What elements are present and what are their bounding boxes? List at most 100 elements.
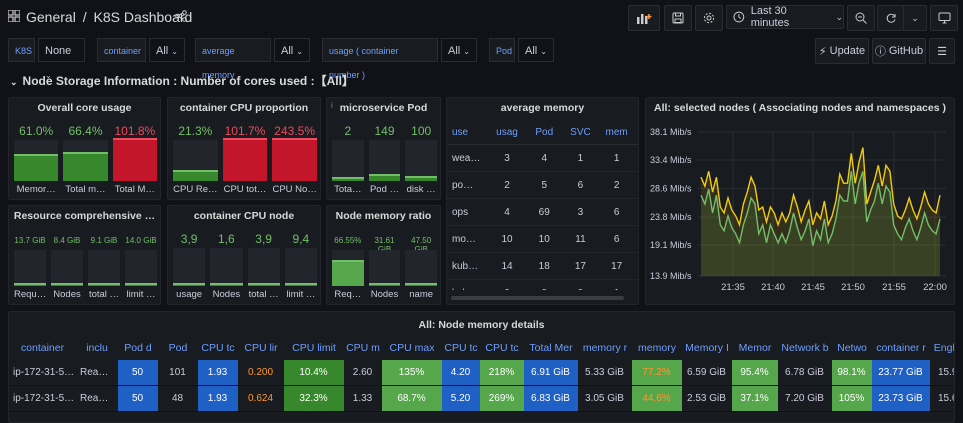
column-header[interactable]: CPU max [382,336,442,360]
panel-selected-nodes[interactable]: All: selected nodes ( Associating nodes … [645,97,955,305]
column-header[interactable]: Memor [732,336,778,360]
table-cell: 48 [158,385,198,412]
column-header[interactable]: Total Mer [524,336,578,360]
column-header[interactable]: CPU tc [198,336,238,360]
table-cell: 3.05 GiB [578,385,632,412]
column-header[interactable]: Pod [158,336,198,360]
table-row[interactable]: kub…141817175 [447,252,638,280]
column-header[interactable]: Pod [526,120,563,145]
column-header[interactable]: CPU limit [284,336,344,360]
table-cell: 2 [635,225,638,253]
column-header[interactable]: mem [599,120,636,145]
table: container inclu Pod d Pod CPU tc CPU lir CPU l… [9,336,954,412]
zoom-out-button[interactable] [847,5,875,31]
panel-container-cpu-proportion[interactable]: container CPU proportion 21.3% CPU Re… 101… [167,97,321,200]
node-memory-details-table: container inclu Pod d Pod CPU tc CPU lir CPU l… [9,336,954,422]
refresh-button[interactable] [877,5,905,31]
row-header[interactable]: ⌄ Node Storage Information : Number of co… [10,72,354,89]
bargauge-item: 66.4% Total m… [63,98,108,199]
bargauge-fill [125,282,157,286]
table-cell: 1 [599,279,636,290]
panel-container-cpu-node[interactable]: container CPU node 3,9 usage 1,6 Nodes 3,9 to… [167,205,321,305]
refresh-interval-dropdown[interactable]: ⌄ [903,5,927,31]
bargauge-bar [368,140,401,181]
row-title: Node Storage Information : Number of cor… [22,74,354,88]
filter-select-pod[interactable]: All ⌄ [518,38,554,62]
bargauge-label: CPU tot… [223,184,267,195]
column-header[interactable]: memory r [578,336,632,360]
github-link[interactable]: ⓘ GitHub [872,38,926,64]
table-row[interactable]: kub…00011 [447,279,638,290]
table-row[interactable]: wea…34112 [447,144,638,172]
table-row[interactable]: ops469361 [447,198,638,226]
table-cell: 4 [488,198,527,226]
table-cell: 37.1% [732,385,778,412]
apps-grid-icon[interactable] [8,10,20,22]
column-header[interactable]: memory [632,336,682,360]
table-row[interactable]: ip-172-31-5… Rea… 50 101 1.93 0.200 10.4% 2.60 1… [9,360,954,386]
table-cell: 1 [635,279,638,290]
table-cell: 2 [488,171,527,199]
column-header[interactable]: CPU lir [238,336,284,360]
bargauge-fill [332,176,364,181]
bargauge-bar [173,140,218,181]
panel-node-memory-ratio[interactable]: Node memory ratio 66.55%Req…31.61 GiBNod… [326,205,441,305]
column-header[interactable]: container [9,336,76,360]
y-tick-label: 23.8 Mib/s [650,212,692,222]
update-link[interactable]: ⚡︎ Update [815,38,869,64]
table-cell: 4.20 [442,360,480,386]
column-header[interactable]: CPU tc [442,336,480,360]
table-row[interactable]: mo…10101162 [447,225,638,253]
column-header[interactable]: use [447,120,489,145]
column-header[interactable]: usag [488,120,527,145]
column-header[interactable]: Pod d [118,336,158,360]
column-header[interactable]: CPU tc [480,336,524,360]
filter-select-average-memory[interactable]: All ⌄ [274,38,310,62]
filter-select-k8s[interactable]: None ⌄ [38,38,85,80]
filter-label-container: container [97,38,146,62]
bargauge-label: total … [88,289,120,300]
bargauge-item: 8.4 GiB Nodes [51,206,83,304]
x-tick-label: 21:45 [801,282,825,293]
panel-node-memory-details[interactable]: All: Node memory details container inclu P… [8,311,955,423]
column-header[interactable]: container r [872,336,930,360]
table-row[interactable]: po…25621 [447,171,638,199]
bargauge-value: 3,9 [180,232,198,246]
update-label: Update [829,45,866,57]
column-header[interactable]: Memory I [682,336,732,360]
table-cell: 0.200 [238,360,284,386]
table-cell: 69 [526,198,563,226]
panel-microservice-pod[interactable]: i microservice Pod 2 Tota… 149 Pod … 100 disk… [326,97,441,200]
panel-resource-comprehensive[interactable]: Resource comprehensive … 13.7 GiB Requ… 8.… [8,205,161,305]
column-header[interactable]: CPU m [344,336,382,360]
menu-button[interactable]: ☰ [929,38,955,64]
bargauge-item: 13.7 GiB Requ… [14,206,46,304]
filter-select-usage[interactable]: All ⌄ [441,38,477,62]
column-header[interactable]: SVC [562,120,600,145]
chevron-down-icon: ⌄ [911,12,919,23]
column-header[interactable]: English [930,336,954,360]
tv-mode-button[interactable] [930,5,958,31]
panel-average-memory[interactable]: average memory useusagPodSVCmemreqwea…34… [446,97,639,305]
time-range-picker[interactable]: Last 30 minutes ⌄ [726,5,844,29]
settings-button[interactable] [695,5,723,31]
table-row[interactable]: ip-172-31-5… Rea… 50 48 1.93 0.624 32.3% 1.33 68… [9,385,954,412]
horizontal-scrollbar[interactable] [451,296,624,300]
breadcrumb-root[interactable]: General [26,9,76,25]
bargauge-label: total … [248,289,279,300]
series-line-0[interactable] [700,147,941,228]
table-cell: 5.33 GiB [578,360,632,386]
filter-select-container[interactable]: All ⌄ [149,38,185,62]
column-header[interactable]: Network b [778,336,832,360]
table-cell: 6 [562,171,600,199]
column-header[interactable]: req [635,120,638,145]
table-cell: Rea… [76,360,118,386]
bargauge-bar [51,250,83,286]
save-dashboard-button[interactable] [664,5,692,31]
column-header[interactable]: Netwo [832,336,872,360]
column-header[interactable]: inclu [76,336,118,360]
panel-overall-core-usage[interactable]: Overall core usage 61.0% Memor… 66.4% Total… [8,97,161,200]
share-icon[interactable] [175,10,187,22]
bargauge-item: 2 Tota… [332,98,364,199]
add-panel-button[interactable] [628,5,660,31]
